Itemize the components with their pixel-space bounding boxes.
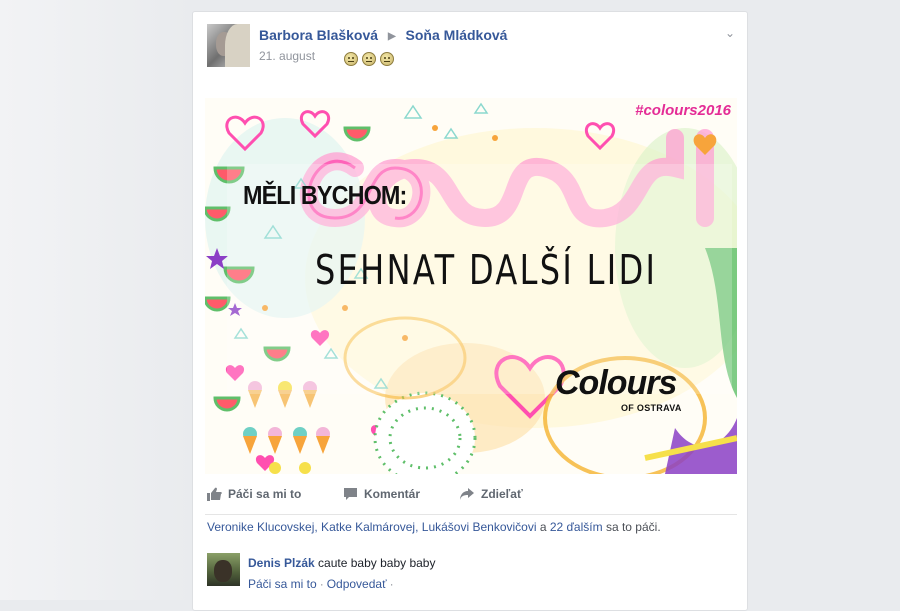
- image-hashtag: #colours2016: [635, 102, 731, 119]
- author-avatar[interactable]: [207, 24, 250, 67]
- commenter-avatar[interactable]: [207, 553, 240, 586]
- separator: ·: [319, 577, 324, 591]
- post-card: Barbora Blašková ▶ Soňa Mládková 21. aug…: [192, 11, 748, 611]
- comment-label: Komentár: [364, 487, 421, 501]
- likes-suffix: sa to páči.: [605, 520, 661, 534]
- likes-others-link[interactable]: 22 ďalším: [550, 520, 603, 534]
- page-background: [0, 0, 192, 600]
- like-label: Páči sa mi to: [228, 487, 302, 501]
- like-button[interactable]: Páči sa mi to: [207, 487, 301, 501]
- post-actions-bar: Páči sa mi to Komentár Zdieľať: [205, 474, 737, 515]
- emoji-row: [344, 52, 394, 66]
- likes-conjunction: a: [539, 520, 547, 534]
- image-headline: MĚLI BYCHOM:: [243, 180, 407, 210]
- emoji-face-icon: [344, 52, 358, 66]
- separator: ·: [389, 577, 394, 591]
- comment-button[interactable]: Komentár: [343, 487, 420, 501]
- likes-summary: Veronike Klucovskej, Katke Kalmárovej, L…: [207, 520, 661, 534]
- post-options-chevron-icon[interactable]: ⌄: [725, 26, 735, 40]
- post-image[interactable]: #colours2016 MĚLI BYCHOM: SEHNAT DALŠÍ L…: [205, 98, 737, 474]
- emoji-face-icon: [380, 52, 394, 66]
- comment: Denis Plzák caute baby baby baby: [248, 556, 435, 570]
- comment-text: caute baby baby baby: [318, 556, 436, 570]
- thumbs-up-icon: [207, 487, 222, 501]
- colours-logo: Colours: [555, 364, 677, 402]
- author-name[interactable]: Barbora Blašková: [259, 27, 378, 43]
- comment-reply-link[interactable]: Odpovedať: [327, 577, 387, 591]
- emoji-face-icon: [362, 52, 376, 66]
- likers-names[interactable]: Veronike Klucovskej, Katke Kalmárovej, L…: [207, 520, 537, 534]
- share-arrow-icon: [460, 488, 474, 500]
- post-header: Barbora Blašková ▶ Soňa Mládková: [259, 27, 507, 43]
- colours-logo-subtext: OF OSTRAVA: [621, 403, 682, 413]
- recipient-name[interactable]: Soňa Mládková: [406, 27, 508, 43]
- post-date[interactable]: 21. august: [259, 49, 315, 63]
- share-label: Zdieľať: [481, 487, 523, 501]
- share-button[interactable]: Zdieľať: [459, 487, 523, 501]
- arrow-right-icon: ▶: [387, 31, 396, 42]
- comment-actions: Páči sa mi to · Odpovedať ·: [248, 577, 397, 591]
- commenter-name[interactable]: Denis Plzák: [248, 556, 315, 570]
- image-message: SEHNAT DALŠÍ LIDI: [315, 246, 658, 294]
- comment-like-link[interactable]: Páči sa mi to: [248, 577, 317, 591]
- comment-bubble-icon: [344, 488, 357, 500]
